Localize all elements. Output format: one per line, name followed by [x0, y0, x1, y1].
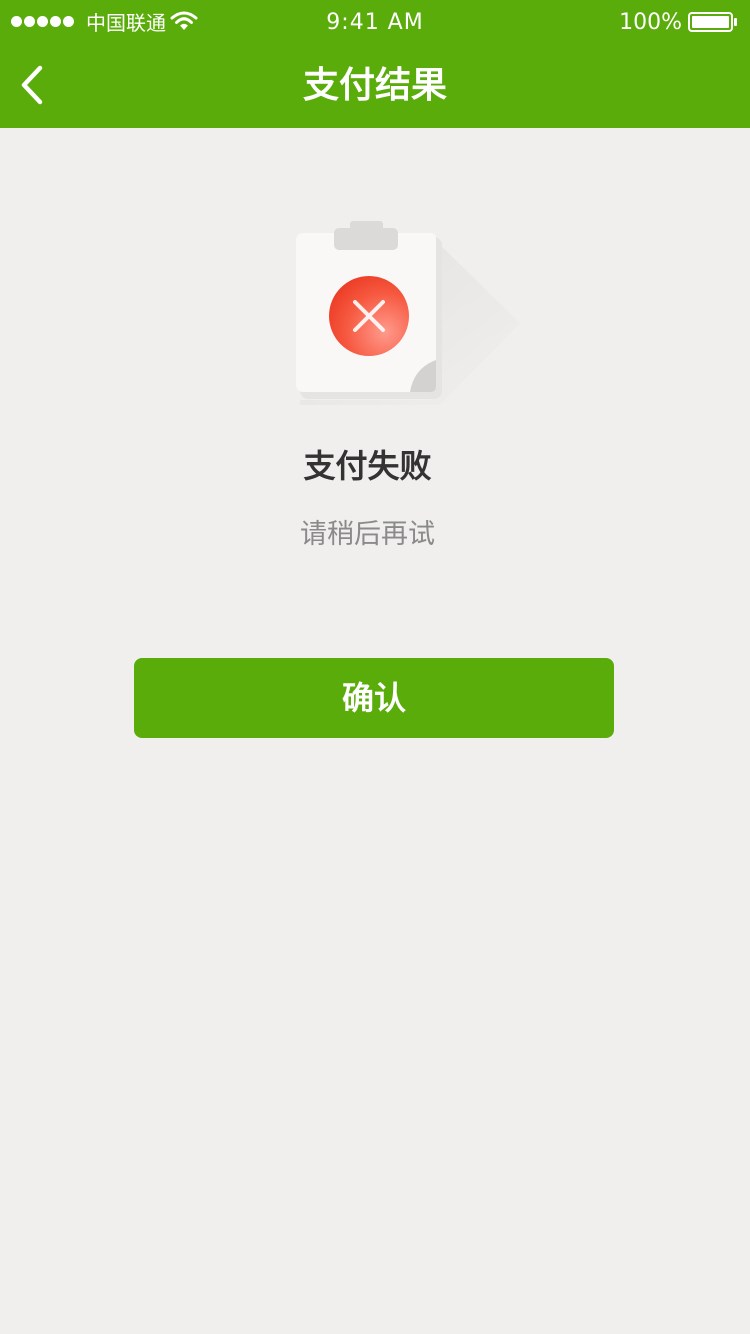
- page-title: 支付结果: [302, 65, 447, 106]
- result-subtitle: 请稍后再试: [300, 519, 435, 550]
- payment-failed-clipboard-icon: [296, 221, 520, 405]
- result-title: 支付失败: [303, 447, 432, 485]
- navigation-bar: 支付结果: [0, 44, 750, 128]
- battery-icon: [688, 12, 737, 32]
- status-bar: 中国联通 9:41 AM 100%: [0, 0, 750, 44]
- battery-percentage: 100%: [619, 10, 682, 35]
- confirm-button[interactable]: 确认: [134, 658, 614, 738]
